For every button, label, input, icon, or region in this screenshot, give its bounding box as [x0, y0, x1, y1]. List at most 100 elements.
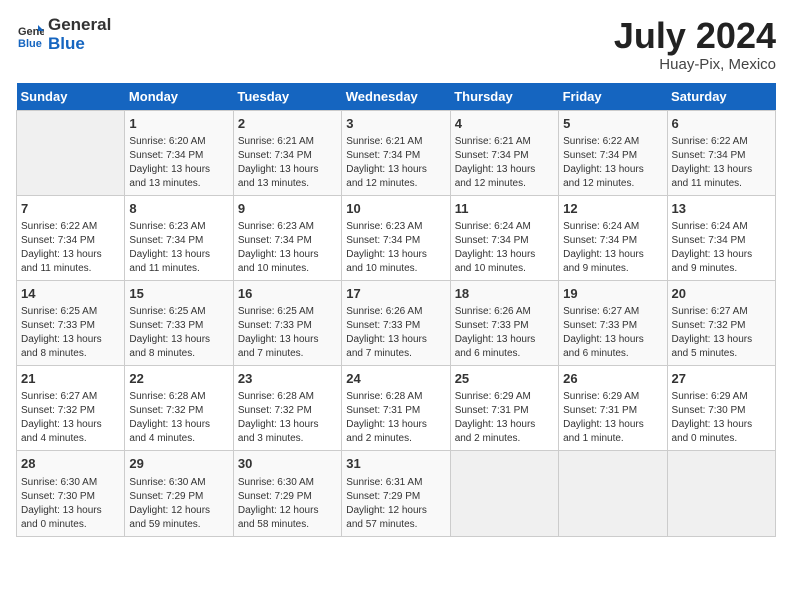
day-number: 11: [455, 200, 554, 218]
calendar-week-row: 28 Sunrise: 6:30 AM Sunset: 7:30 PM Dayli…: [17, 451, 776, 536]
calendar-week-row: 7 Sunrise: 6:22 AM Sunset: 7:34 PM Daylig…: [17, 195, 776, 280]
calendar-cell: 1 Sunrise: 6:20 AM Sunset: 7:34 PM Daylig…: [125, 110, 233, 195]
logo: General Blue General Blue: [16, 16, 111, 53]
day-number: 4: [455, 115, 554, 133]
calendar-cell: 13 Sunrise: 6:24 AM Sunset: 7:34 PM Dayli…: [667, 195, 775, 280]
day-number: 15: [129, 285, 228, 303]
day-info: Sunrise: 6:27 AM Sunset: 7:32 PM Dayligh…: [21, 390, 120, 446]
day-number: 1: [129, 115, 228, 133]
logo-general: General: [48, 16, 111, 35]
calendar-cell: 29 Sunrise: 6:30 AM Sunset: 7:29 PM Dayli…: [125, 451, 233, 536]
calendar-cell: 14 Sunrise: 6:25 AM Sunset: 7:33 PM Dayli…: [17, 280, 125, 365]
calendar-cell: 22Sunrise: 6:28 AM Sunset: 7:32 PM Dayli…: [125, 366, 233, 451]
day-info: Sunrise: 6:23 AM Sunset: 7:34 PM Dayligh…: [129, 220, 228, 276]
day-info: Sunrise: 6:30 AM Sunset: 7:30 PM Dayligh…: [21, 476, 120, 532]
logo-icon: General Blue: [16, 21, 44, 49]
svg-text:Blue: Blue: [18, 38, 42, 49]
day-info: Sunrise: 6:29 AM Sunset: 7:31 PM Dayligh…: [455, 390, 554, 446]
calendar-cell: 12 Sunrise: 6:24 AM Sunset: 7:34 PM Dayli…: [559, 195, 667, 280]
day-number: 8: [129, 200, 228, 218]
day-number: 14: [21, 285, 120, 303]
calendar-cell: 25 Sunrise: 6:29 AM Sunset: 7:31 PM Dayli…: [450, 366, 558, 451]
weekday-header-saturday: Saturday: [667, 83, 775, 111]
day-info: Sunrise: 6:22 AM Sunset: 7:34 PM Dayligh…: [21, 220, 120, 276]
calendar-cell: 31 Sunrise: 6:31 AM Sunset: 7:29 PM Dayli…: [342, 451, 450, 536]
day-info: Sunrise: 6:21 AM Sunset: 7:34 PM Dayligh…: [346, 135, 445, 191]
day-info: Sunrise: 6:21 AM Sunset: 7:34 PM Dayligh…: [238, 135, 337, 191]
day-number: 21: [21, 370, 120, 388]
day-number: 18: [455, 285, 554, 303]
day-info: Sunrise: 6:26 AM Sunset: 7:33 PM Dayligh…: [346, 305, 445, 361]
day-info: Sunrise: 6:25 AM Sunset: 7:33 PM Dayligh…: [21, 305, 120, 361]
weekday-header-monday: Monday: [125, 83, 233, 111]
day-info: Sunrise: 6:31 AM Sunset: 7:29 PM Dayligh…: [346, 476, 445, 532]
calendar-cell: 17 Sunrise: 6:26 AM Sunset: 7:33 PM Dayli…: [342, 280, 450, 365]
calendar-cell: 16 Sunrise: 6:25 AM Sunset: 7:33 PM Dayli…: [233, 280, 341, 365]
day-number: 12: [563, 200, 662, 218]
day-number: 17: [346, 285, 445, 303]
day-number: 20: [672, 285, 771, 303]
calendar-cell: 20 Sunrise: 6:27 AM Sunset: 7:32 PM Dayli…: [667, 280, 775, 365]
calendar-header-row: SundayMondayTuesdayWednesdayThursdayFrid…: [17, 83, 776, 111]
day-info: Sunrise: 6:30 AM Sunset: 7:29 PM Dayligh…: [129, 476, 228, 532]
calendar-cell: 26Sunrise: 6:29 AM Sunset: 7:31 PM Dayli…: [559, 366, 667, 451]
day-info: Sunrise: 6:27 AM Sunset: 7:32 PM Dayligh…: [672, 305, 771, 361]
day-info: Sunrise: 6:26 AM Sunset: 7:33 PM Dayligh…: [455, 305, 554, 361]
day-info: Sunrise: 6:25 AM Sunset: 7:33 PM Dayligh…: [238, 305, 337, 361]
day-info: Sunrise: 6:28 AM Sunset: 7:32 PM Dayligh…: [129, 390, 228, 446]
calendar-cell: 27 Sunrise: 6:29 AM Sunset: 7:30 PM Dayli…: [667, 366, 775, 451]
day-number: 16: [238, 285, 337, 303]
calendar-cell: 5Sunrise: 6:22 AM Sunset: 7:34 PM Daylig…: [559, 110, 667, 195]
calendar-body: 1 Sunrise: 6:20 AM Sunset: 7:34 PM Daylig…: [17, 110, 776, 536]
day-info: Sunrise: 6:24 AM Sunset: 7:34 PM Dayligh…: [563, 220, 662, 276]
calendar-cell: 3 Sunrise: 6:21 AM Sunset: 7:34 PM Daylig…: [342, 110, 450, 195]
day-number: 13: [672, 200, 771, 218]
day-info: Sunrise: 6:21 AM Sunset: 7:34 PM Dayligh…: [455, 135, 554, 191]
day-number: 25: [455, 370, 554, 388]
day-number: 5: [563, 115, 662, 133]
calendar-cell: [17, 110, 125, 195]
calendar-week-row: 14 Sunrise: 6:25 AM Sunset: 7:33 PM Dayli…: [17, 280, 776, 365]
day-info: Sunrise: 6:23 AM Sunset: 7:34 PM Dayligh…: [238, 220, 337, 276]
day-info: Sunrise: 6:29 AM Sunset: 7:30 PM Dayligh…: [672, 390, 771, 446]
weekday-header-thursday: Thursday: [450, 83, 558, 111]
day-info: Sunrise: 6:20 AM Sunset: 7:34 PM Dayligh…: [129, 135, 228, 191]
calendar-cell: 28 Sunrise: 6:30 AM Sunset: 7:30 PM Dayli…: [17, 451, 125, 536]
calendar-cell: 21 Sunrise: 6:27 AM Sunset: 7:32 PM Dayli…: [17, 366, 125, 451]
calendar-cell: 9Sunrise: 6:23 AM Sunset: 7:34 PM Daylig…: [233, 195, 341, 280]
calendar-cell: 24Sunrise: 6:28 AM Sunset: 7:31 PM Dayli…: [342, 366, 450, 451]
calendar-cell: 7 Sunrise: 6:22 AM Sunset: 7:34 PM Daylig…: [17, 195, 125, 280]
calendar-cell: 11Sunrise: 6:24 AM Sunset: 7:34 PM Dayli…: [450, 195, 558, 280]
calendar-cell: [667, 451, 775, 536]
calendar-cell: 30 Sunrise: 6:30 AM Sunset: 7:29 PM Dayli…: [233, 451, 341, 536]
calendar-cell: 15 Sunrise: 6:25 AM Sunset: 7:33 PM Dayli…: [125, 280, 233, 365]
calendar-cell: [559, 451, 667, 536]
day-number: 19: [563, 285, 662, 303]
day-number: 31: [346, 455, 445, 473]
calendar-cell: 8 Sunrise: 6:23 AM Sunset: 7:34 PM Daylig…: [125, 195, 233, 280]
day-number: 10: [346, 200, 445, 218]
day-info: Sunrise: 6:29 AM Sunset: 7:31 PM Dayligh…: [563, 390, 662, 446]
logo-blue: Blue: [48, 35, 111, 54]
calendar-week-row: 21 Sunrise: 6:27 AM Sunset: 7:32 PM Dayli…: [17, 366, 776, 451]
day-number: 2: [238, 115, 337, 133]
weekday-header-friday: Friday: [559, 83, 667, 111]
day-number: 7: [21, 200, 120, 218]
day-number: 28: [21, 455, 120, 473]
day-number: 3: [346, 115, 445, 133]
weekday-header-tuesday: Tuesday: [233, 83, 341, 111]
day-info: Sunrise: 6:28 AM Sunset: 7:31 PM Dayligh…: [346, 390, 445, 446]
calendar-cell: 4 Sunrise: 6:21 AM Sunset: 7:34 PM Daylig…: [450, 110, 558, 195]
weekday-header-wednesday: Wednesday: [342, 83, 450, 111]
calendar-cell: 23Sunrise: 6:28 AM Sunset: 7:32 PM Dayli…: [233, 366, 341, 451]
day-number: 6: [672, 115, 771, 133]
day-info: Sunrise: 6:25 AM Sunset: 7:33 PM Dayligh…: [129, 305, 228, 361]
calendar-cell: 10Sunrise: 6:23 AM Sunset: 7:34 PM Dayli…: [342, 195, 450, 280]
day-info: Sunrise: 6:30 AM Sunset: 7:29 PM Dayligh…: [238, 476, 337, 532]
location-subtitle: Huay-Pix, Mexico: [614, 56, 776, 73]
calendar-cell: 19Sunrise: 6:27 AM Sunset: 7:33 PM Dayli…: [559, 280, 667, 365]
day-number: 27: [672, 370, 771, 388]
day-info: Sunrise: 6:24 AM Sunset: 7:34 PM Dayligh…: [672, 220, 771, 276]
day-number: 29: [129, 455, 228, 473]
day-number: 30: [238, 455, 337, 473]
